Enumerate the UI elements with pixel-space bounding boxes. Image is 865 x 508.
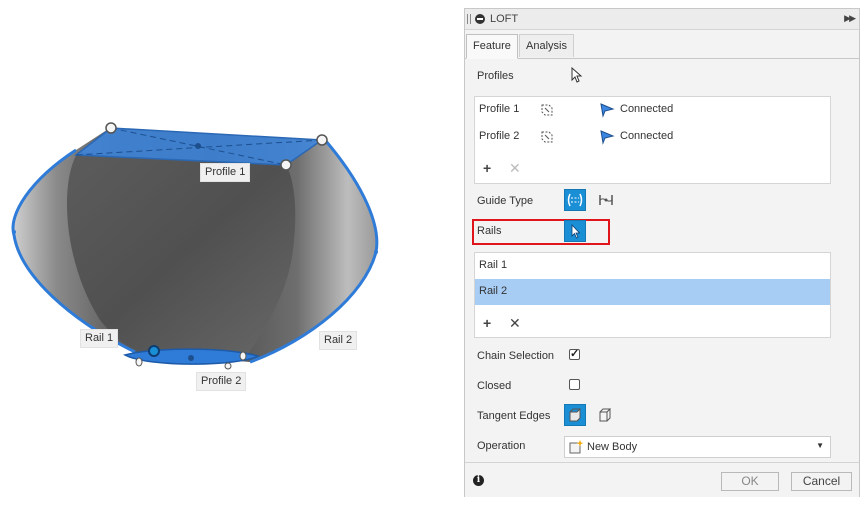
ok-button[interactable]: OK — [721, 472, 779, 491]
centerline-icon[interactable] — [596, 190, 616, 210]
collapse-panel-icon[interactable]: ▶▶ — [844, 13, 856, 24]
cancel-button[interactable]: Cancel — [791, 472, 852, 491]
rail-1-label: Rail 1 — [80, 329, 119, 348]
guide-type-rails-button[interactable] — [564, 189, 586, 211]
profile-2-label: Profile 2 — [196, 372, 247, 391]
profile-name: Profile 1 — [479, 103, 520, 115]
tangent-edges-label: Tangent Edges — [477, 410, 551, 422]
profile-status: Connected — [620, 130, 674, 142]
add-profile-icon[interactable]: + — [483, 161, 491, 175]
rail-2-label: Rail 2 — [319, 331, 358, 350]
profiles-label: Profiles — [477, 70, 514, 82]
loft-dialog: LOFT ▶▶ Feature Analysis Profiles Profil… — [464, 8, 860, 497]
operation-select[interactable]: New Body ▼ — [564, 436, 831, 458]
new-body-icon — [569, 440, 584, 454]
list-item[interactable]: Rail 1 — [475, 253, 830, 279]
dialog-title: LOFT — [490, 13, 519, 25]
operation-label: Operation — [477, 440, 526, 452]
profile-1-label: Profile 1 — [200, 163, 251, 182]
profiles-list: Profile 1 Connected Profile 2 Connected … — [474, 96, 831, 184]
rails-select-button[interactable] — [564, 220, 586, 242]
select-cursor-icon — [571, 223, 581, 239]
profile-status: Connected — [620, 103, 674, 115]
dialog-titlebar[interactable]: LOFT ▶▶ — [465, 9, 859, 30]
info-icon[interactable]: i — [473, 475, 484, 486]
loft-preview — [11, 122, 379, 370]
tab-analysis[interactable]: Analysis — [519, 34, 574, 57]
list-item[interactable]: Profile 1 Connected — [475, 97, 830, 123]
operation-value: New Body — [587, 441, 638, 453]
tangent-edges-merge-button[interactable] — [564, 404, 586, 426]
list-item[interactable]: Rail 2 — [475, 279, 830, 305]
closed-checkbox[interactable] — [569, 379, 580, 390]
tab-feature[interactable]: Feature — [466, 34, 518, 59]
list-item[interactable]: Profile 2 Connected — [475, 124, 830, 150]
keep-edges-icon[interactable] — [596, 405, 616, 425]
remove-profile-icon[interactable]: ✕ — [509, 161, 521, 175]
merge-edges-icon — [569, 407, 581, 422]
chain-selection-checkbox[interactable]: ✓ — [569, 348, 580, 360]
rail-name: Rail 1 — [479, 259, 508, 271]
profile-endpoint-icon[interactable] — [539, 102, 555, 118]
guide-type-label: Guide Type — [477, 195, 534, 207]
dialog-tabs: Feature Analysis — [465, 34, 859, 59]
remove-rail-icon[interactable]: ✕ — [509, 316, 521, 330]
drag-handle-icon[interactable] — [467, 14, 471, 24]
rails-label: Rails — [477, 225, 502, 237]
rails-list: Rail 1 Rail 2 + ✕ — [474, 252, 831, 338]
canvas-viewport[interactable]: Profile 1 Profile 2 Rail 1 Rail 2 — [0, 0, 460, 505]
connected-icon[interactable] — [599, 102, 615, 118]
closed-label: Closed — [477, 380, 512, 392]
select-cursor-icon[interactable] — [570, 67, 584, 83]
dialog-footer: i OK Cancel — [465, 462, 859, 497]
profile-endpoint-icon[interactable] — [539, 129, 555, 145]
rail-name: Rail 2 — [479, 285, 508, 297]
connected-icon[interactable] — [599, 129, 615, 145]
add-rail-icon[interactable]: + — [483, 316, 491, 330]
chevron-down-icon[interactable]: ▼ — [816, 441, 824, 450]
rails-icon — [567, 193, 583, 207]
checkmark-icon: ✓ — [570, 348, 580, 360]
chain-selection-label: Chain Selection — [477, 350, 555, 362]
profile-name: Profile 2 — [479, 130, 520, 142]
stop-command-icon[interactable] — [475, 14, 485, 24]
